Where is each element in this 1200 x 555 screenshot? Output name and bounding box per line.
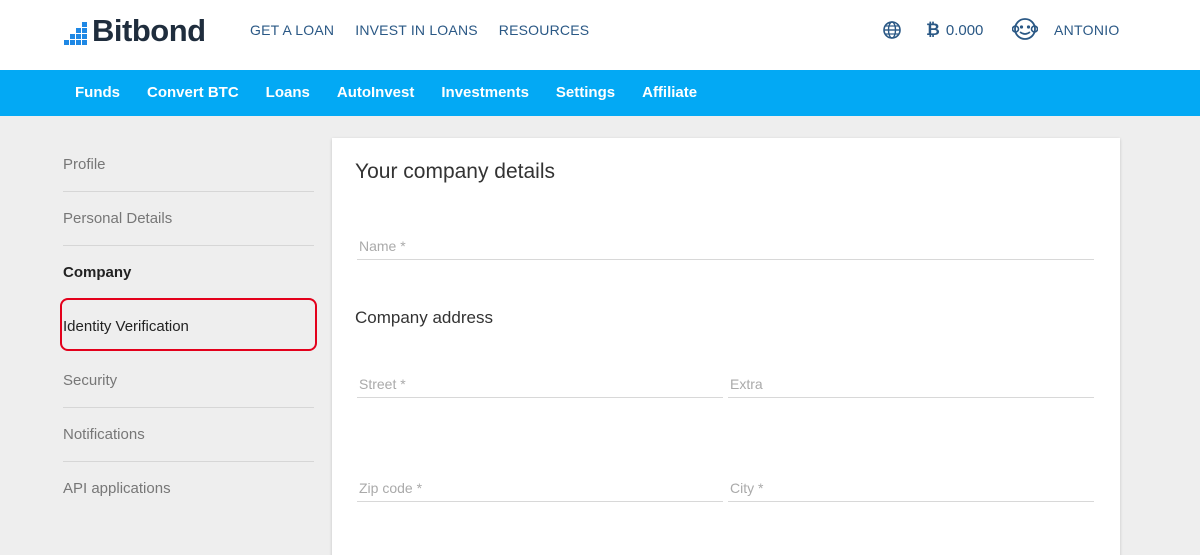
- monkey-avatar-icon[interactable]: [1012, 16, 1038, 42]
- nav-investments[interactable]: Investments: [441, 84, 529, 101]
- zip-field-wrapper: [357, 476, 723, 502]
- btc-balance-value: 0.000: [945, 21, 984, 39]
- nav-loans[interactable]: Loans: [266, 84, 310, 101]
- settings-sidebar: Profile Personal Details Company Identit…: [63, 138, 314, 516]
- street-input[interactable]: [357, 372, 723, 396]
- street-field-wrapper: [357, 372, 723, 398]
- sidebar-item-security[interactable]: Security: [63, 354, 314, 408]
- bitcoin-icon: ₿: [926, 20, 940, 39]
- city-input[interactable]: [728, 476, 1094, 500]
- top-nav: GET A LOAN INVEST IN LOANS RESOURCES: [250, 22, 589, 38]
- top-header: Bitbond GET A LOAN INVEST IN LOANS RESOU…: [0, 0, 1200, 70]
- card-title: Your company details: [355, 160, 556, 183]
- sidebar-item-personal-details[interactable]: Personal Details: [63, 192, 314, 246]
- extra-field-wrapper: [728, 372, 1094, 398]
- city-field-wrapper: [728, 476, 1094, 502]
- sidebar-item-profile[interactable]: Profile: [63, 138, 314, 192]
- extra-input[interactable]: [728, 372, 1094, 396]
- globe-icon[interactable]: [882, 20, 902, 40]
- company-name-input[interactable]: [357, 234, 1094, 258]
- sidebar-item-api-applications[interactable]: API applications: [63, 462, 314, 516]
- logo-mark-icon: [64, 18, 92, 46]
- company-details-card: Your company details Company address: [332, 138, 1120, 555]
- sidebar-item-identity-verification[interactable]: Identity Verification: [63, 300, 314, 354]
- topnav-resources[interactable]: RESOURCES: [499, 22, 589, 38]
- nav-autoinvest[interactable]: AutoInvest: [337, 84, 415, 101]
- btc-balance[interactable]: ₿ 0.000: [926, 20, 983, 40]
- zip-code-input[interactable]: [357, 476, 723, 500]
- nav-convert-btc[interactable]: Convert BTC: [147, 84, 239, 101]
- name-field-wrapper: [357, 234, 1094, 260]
- topnav-get-a-loan[interactable]: GET A LOAN: [250, 22, 334, 38]
- brand-name: Bitbond: [92, 13, 206, 48]
- nav-funds[interactable]: Funds: [75, 84, 120, 101]
- bitbond-logo[interactable]: Bitbond: [64, 14, 206, 46]
- company-address-heading: Company address: [355, 308, 493, 327]
- main-nav: Funds Convert BTC Loans AutoInvest Inves…: [0, 70, 1200, 116]
- sidebar-item-company[interactable]: Company: [63, 246, 314, 300]
- username[interactable]: ANTONIO: [1054, 22, 1120, 38]
- topnav-invest-in-loans[interactable]: INVEST IN LOANS: [355, 22, 478, 38]
- sidebar-item-notifications[interactable]: Notifications: [63, 408, 314, 462]
- nav-affiliate[interactable]: Affiliate: [642, 84, 697, 101]
- nav-settings[interactable]: Settings: [556, 84, 615, 101]
